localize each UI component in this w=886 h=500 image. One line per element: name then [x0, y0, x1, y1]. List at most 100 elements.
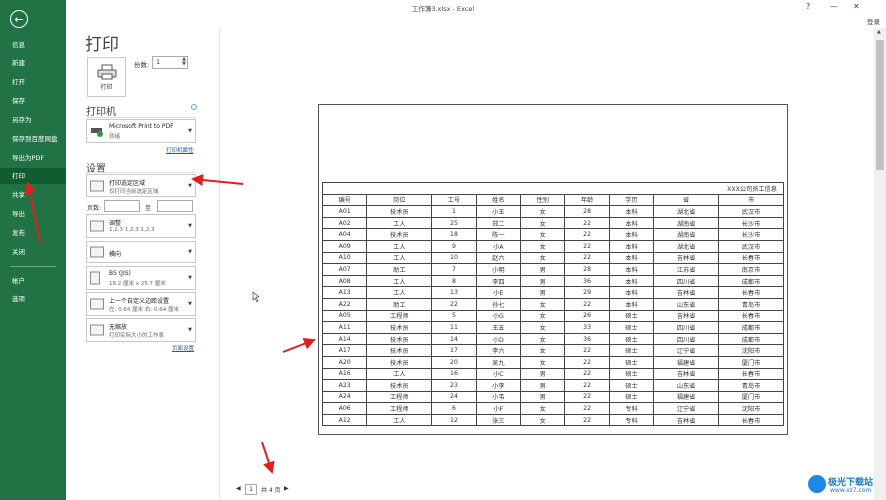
table-cell: 女 [520, 228, 566, 241]
table-cell: 22 [564, 379, 610, 392]
section-divider [86, 172, 196, 173]
table-cell: 小A [475, 239, 522, 253]
table-cell: 江苏省 [653, 263, 720, 276]
paper-size-dropdown[interactable]: B5 (JIS) 18.2 厘米 x 25.7 厘米 ▼ [86, 266, 196, 290]
table-cell: 长春市 [718, 286, 784, 299]
table-cell: 本科 [608, 263, 655, 276]
current-page-input[interactable]: 1 [245, 484, 257, 495]
collate-dropdown[interactable]: 调整 1,2,3 1,2,3 1,2,3 ▼ [86, 214, 196, 238]
back-arrow-icon[interactable]: ← [10, 10, 28, 28]
table-cell: 王五 [475, 321, 522, 334]
column-header: 姓名 [475, 193, 522, 207]
table-cell: 李六 [475, 344, 522, 357]
chevron-down-icon: ▼ [188, 182, 192, 189]
table-cell: 助工 [366, 297, 433, 311]
table-cell: 技术员 [366, 379, 433, 392]
copies-value: 1 [156, 58, 161, 66]
copies-stepper[interactable]: 1 ▲ ▼ [152, 56, 188, 69]
table-row: A22 助工 22 孙七女 22 本科 山东省 青岛市 [321, 297, 784, 311]
table-header-row: 编号 岗位 工号 姓名 性别 年龄 学历省市 [321, 193, 784, 207]
margins-dropdown[interactable]: 上一个自定义边距设置 左: 0.64 厘米 右: 0.64 厘米 ▼ [86, 292, 196, 316]
sidebar-item-close[interactable]: 关闭 [0, 244, 66, 260]
table-cell: 四川省 [653, 332, 720, 346]
scaling-dropdown[interactable]: 无缩放 打印实际大小的工作表 ▼ [86, 318, 196, 342]
sidebar-item-export-pdf[interactable]: 导出为PDF [0, 150, 66, 166]
table-cell: 女 [520, 309, 566, 323]
table-cell: 本科 [608, 286, 655, 299]
table-cell: 男 [520, 274, 566, 288]
sidebar-item-print[interactable]: 打印 [0, 168, 66, 184]
table-cell: 湖南省 [653, 216, 720, 230]
page-setup-link[interactable]: 页面设置 [172, 344, 194, 352]
table-title-row: XXX公司员工信息 [322, 182, 784, 195]
sidebar-item-save-as[interactable]: 另存为 [0, 112, 66, 128]
table-cell: 硕士 [608, 390, 655, 404]
printer-status-icon [91, 128, 103, 137]
arrow-to-print-area [191, 174, 244, 186]
table-cell: 男 [520, 379, 566, 392]
table-row: A20 技术员 20 吴九女 22 硕士 福建省 厦门市 [321, 355, 784, 369]
table-cell: 8 [431, 274, 477, 288]
info-icon[interactable] [191, 104, 197, 110]
pages-to-input[interactable] [157, 200, 193, 212]
table-cell: 本科 [608, 205, 655, 218]
orientation-dropdown[interactable]: 横向 ▼ [86, 241, 196, 263]
spinner-arrows-icon[interactable]: ▲ ▼ [182, 57, 186, 67]
table-cell: 青岛市 [718, 297, 784, 311]
arrow-to-pager [261, 441, 275, 474]
table-cell: 郑二 [475, 216, 522, 230]
table-row: A02 工人 25 郑二女 22 本科 湖南省 长沙市 [321, 216, 784, 230]
table-cell: 本科 [608, 228, 655, 241]
sidebar-item-publish[interactable]: 发布 [0, 225, 66, 241]
print-area-dropdown[interactable]: 打印选定区域 仅打印当前选定区域 ▼ [86, 174, 196, 197]
table-cell: 本科 [608, 274, 655, 288]
sidebar-item-share[interactable]: 共享 [0, 187, 66, 203]
table-cell: 成都市 [718, 332, 784, 346]
table-row: A11 技术员 11 王五女 33 硕士 四川省 成都市 [321, 321, 784, 334]
table-cell: 技术员 [366, 355, 433, 369]
login-link[interactable]: 登录 [867, 16, 880, 26]
print-button[interactable]: 打印 [87, 57, 126, 97]
table-cell: 长春市 [718, 251, 784, 265]
next-page-icon[interactable]: ▶ [284, 485, 289, 492]
table-cell: 工人 [366, 216, 433, 230]
table-cell: 长沙市 [718, 216, 784, 230]
table-cell: 技术员 [366, 332, 433, 346]
sidebar-item-open[interactable]: 打开 [0, 74, 66, 90]
sidebar-item-new[interactable]: 新建 [0, 55, 66, 71]
table-row: A12 工人 12 张三女 22 专科 吉林省 长春市 [321, 413, 784, 427]
table-cell: 武汉市 [718, 239, 784, 253]
table-cell: 小F [475, 402, 522, 415]
table-cell: 小D [475, 332, 522, 346]
prev-page-icon[interactable]: ◀ [236, 485, 241, 492]
table-cell: 22 [564, 216, 610, 230]
sidebar-item-save[interactable]: 保存 [0, 93, 66, 109]
chevron-down-icon: ▼ [188, 223, 192, 229]
margins-subtitle: 左: 0.64 厘米 右: 0.64 厘米 [109, 307, 179, 313]
chevron-down-icon: ▼ [188, 128, 192, 134]
sidebar-item-export[interactable]: 导出 [0, 206, 66, 222]
scroll-up-icon[interactable]: ▲ [877, 29, 881, 35]
pages-from-input[interactable] [104, 200, 140, 212]
table-cell: 6 [431, 402, 477, 415]
table-cell: A22 [321, 297, 368, 311]
table-cell: 11 [431, 321, 477, 334]
table-cell: 女 [520, 251, 566, 265]
table-cell: 硕士 [608, 367, 655, 381]
close-icon[interactable]: ✕ [853, 2, 860, 11]
column-header: 性别 [520, 193, 566, 207]
column-header: 编号 [321, 193, 368, 207]
sidebar-item-save-to-baidu[interactable]: 保存到百度网盘 [0, 131, 66, 147]
table-cell: 长沙市 [718, 228, 784, 241]
table-row: A07 助工 7 小明男 28 本科 江苏省 南京市 [321, 263, 784, 276]
printer-dropdown[interactable]: Microsoft Print to PDF 就绪 ▼ [86, 119, 196, 143]
printer-properties-link[interactable]: 打印机属性 [166, 146, 194, 154]
table-cell: 湖北省 [653, 239, 720, 253]
sidebar-item-account[interactable]: 帐户 [0, 273, 66, 289]
sidebar-item-options[interactable]: 选项 [0, 291, 66, 307]
sidebar-item-info[interactable]: 信息 [0, 37, 66, 53]
table-cell: A14 [321, 332, 368, 346]
scrollbar-thumb[interactable] [876, 40, 884, 170]
minimize-icon[interactable]: — [830, 2, 838, 11]
help-icon[interactable]: ? [806, 2, 810, 11]
